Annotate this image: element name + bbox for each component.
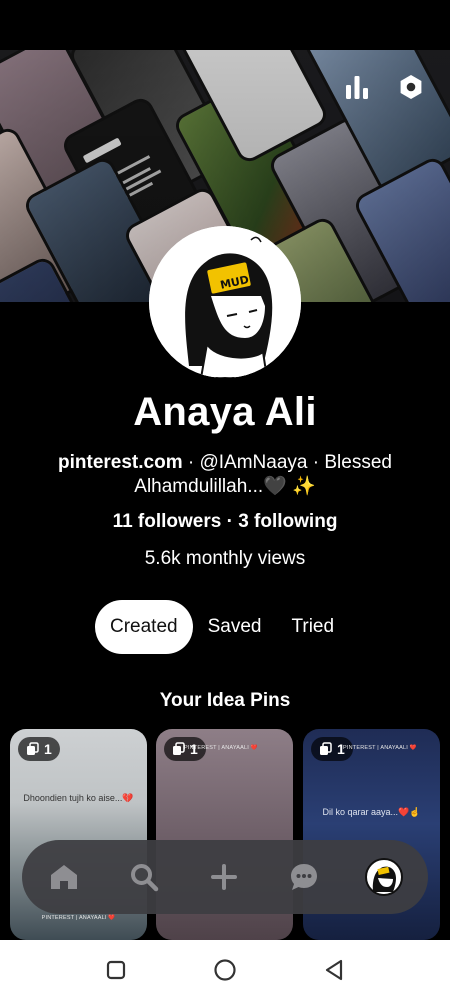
- nav-messages[interactable]: [284, 857, 324, 897]
- back-triangle-icon: [325, 959, 343, 981]
- pin-count: 1: [44, 741, 52, 757]
- multi-page-icon: [27, 742, 39, 755]
- pin-overlay-text: Dhoondien tujh ko aise...💔: [23, 793, 134, 803]
- multi-page-icon: [320, 742, 332, 755]
- bottom-navbar: [22, 840, 428, 914]
- pin-caption: PINTEREST | ANAYAALI ❤️: [343, 745, 417, 751]
- home-icon: [51, 865, 77, 889]
- profile-avatar[interactable]: MUD: [149, 226, 301, 378]
- profile-avatar: [365, 858, 403, 896]
- pin-caption: PINTEREST | ANAYAALI ❤️: [41, 915, 116, 921]
- settings-button[interactable]: [397, 73, 427, 103]
- monthly-views: 5.6k monthly views: [144, 548, 306, 569]
- status-bar: [0, 0, 450, 50]
- nav-search[interactable]: [124, 857, 164, 897]
- section-title: Your Idea Pins: [159, 690, 291, 711]
- pin-count-badge: 1: [18, 737, 60, 761]
- bar-chart-icon: [346, 76, 368, 99]
- home-button[interactable]: [213, 958, 237, 982]
- follow-stats[interactable]: 11 followers · 3 following: [0, 511, 450, 533]
- tab-saved[interactable]: Saved: [193, 600, 277, 654]
- plus-icon: [211, 864, 237, 890]
- profile-bio: pinterest.com · @IAmNaaya · Blessed Alha…: [40, 451, 410, 499]
- tab-created[interactable]: Created: [95, 600, 193, 654]
- pin-caption: PINTEREST | ANAYAALI ❤️: [184, 745, 258, 751]
- tab-tried[interactable]: Tried: [276, 600, 349, 654]
- back-button[interactable]: [322, 958, 346, 982]
- pin-overlay-text: Dil ko qarar aaya...❤️☝: [322, 807, 421, 817]
- chat-icon: [291, 864, 317, 890]
- system-navigation-bar: [0, 940, 450, 1000]
- search-icon: [131, 864, 159, 892]
- profile-tabs: Created Saved Tried: [95, 600, 349, 654]
- profile-website-link[interactable]: pinterest.com: [58, 452, 183, 473]
- settings-icon: [400, 75, 422, 99]
- nav-home[interactable]: [44, 857, 84, 897]
- profile-name: Anaya Ali: [133, 390, 317, 434]
- recents-button[interactable]: [104, 958, 128, 982]
- home-circle-icon: [214, 959, 236, 981]
- nav-profile[interactable]: [364, 857, 404, 897]
- analytics-button[interactable]: [343, 73, 373, 103]
- avatar-illustration: MUD: [149, 226, 301, 378]
- nav-create[interactable]: [204, 857, 244, 897]
- recents-square-icon: [106, 960, 126, 980]
